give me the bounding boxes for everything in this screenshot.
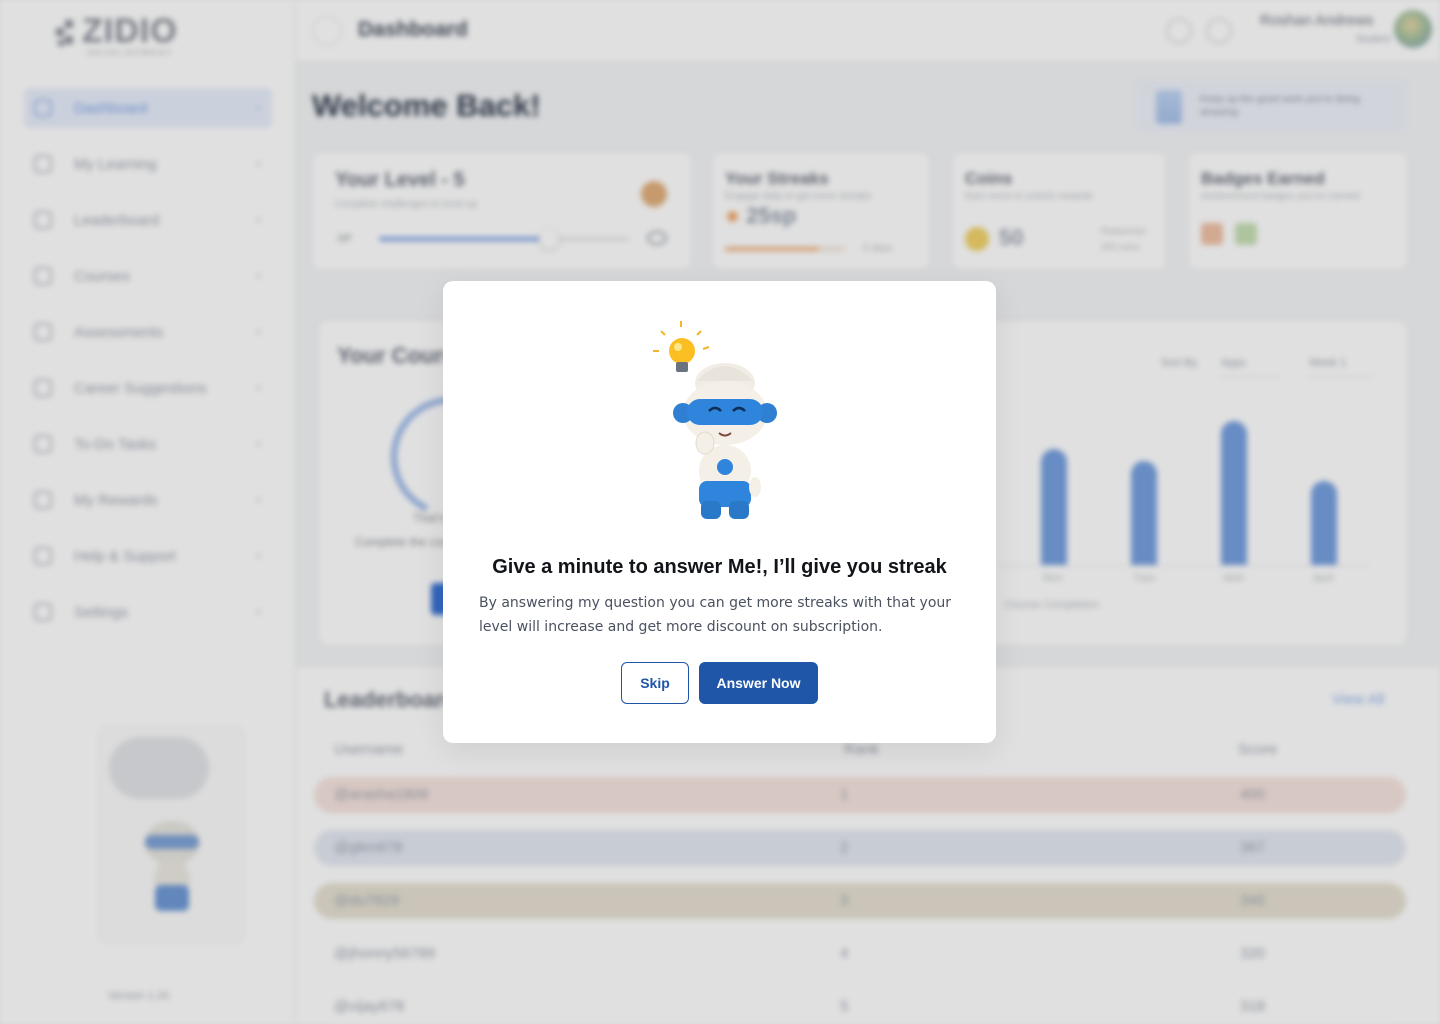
skip-button[interactable]: Skip	[621, 662, 689, 704]
modal-description: By answering my question you can get mor…	[479, 595, 952, 635]
thinking-robot-mascot-icon	[653, 321, 777, 519]
streak-question-modal: Give a minute to answer Me!, I’ll give y…	[443, 281, 996, 743]
answer-now-button[interactable]: Answer Now	[699, 662, 818, 704]
modal-title: Give a minute to answer Me!, I’ll give y…	[492, 556, 947, 578]
lightbulb-icon	[653, 321, 710, 372]
